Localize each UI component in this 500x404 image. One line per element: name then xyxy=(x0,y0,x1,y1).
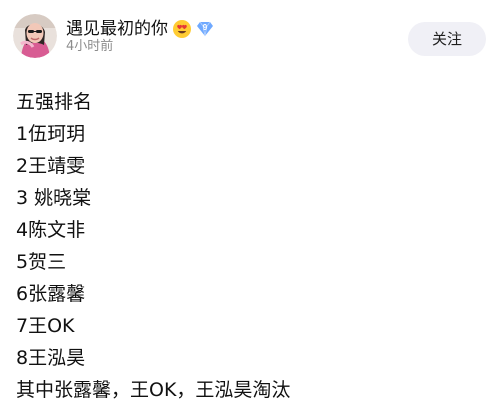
content-line: 6张露馨 xyxy=(16,283,86,305)
content-line: 4陈文非 xyxy=(16,219,86,241)
content-line: 1伍珂玥 xyxy=(16,123,86,145)
content-line: 5贺三 xyxy=(16,251,67,273)
level-number: 9 xyxy=(202,23,208,32)
author-name[interactable]: 遇见最初的你 xyxy=(66,18,168,40)
post-time: 4小时前 xyxy=(66,39,114,54)
content-line: 2王靖雯 xyxy=(16,155,86,177)
content-line: 7王OK xyxy=(16,315,75,337)
diamond-level-badge-icon: 9 xyxy=(196,21,214,37)
heart-eyes-emoji-icon xyxy=(172,19,192,39)
content-line: 五强排名 xyxy=(16,91,93,113)
follow-button[interactable]: 关注 xyxy=(408,22,486,56)
content-line: 3 姚晓棠 xyxy=(16,187,92,209)
author-row: 遇见最初的你 9 xyxy=(66,17,214,41)
content-line: 8王泓昊 xyxy=(16,347,86,369)
avatar[interactable] xyxy=(13,14,57,58)
content-line: 其中张露馨，王OK，王泓昊淘汰 xyxy=(16,379,291,401)
post-content: 五强排名 1伍珂玥 2王靖雯 3 姚晓棠 4陈文非 5贺三 6张露馨 7王OK … xyxy=(16,86,476,404)
post-header: 遇见最初的你 9 4小时前 关注 xyxy=(0,0,500,72)
